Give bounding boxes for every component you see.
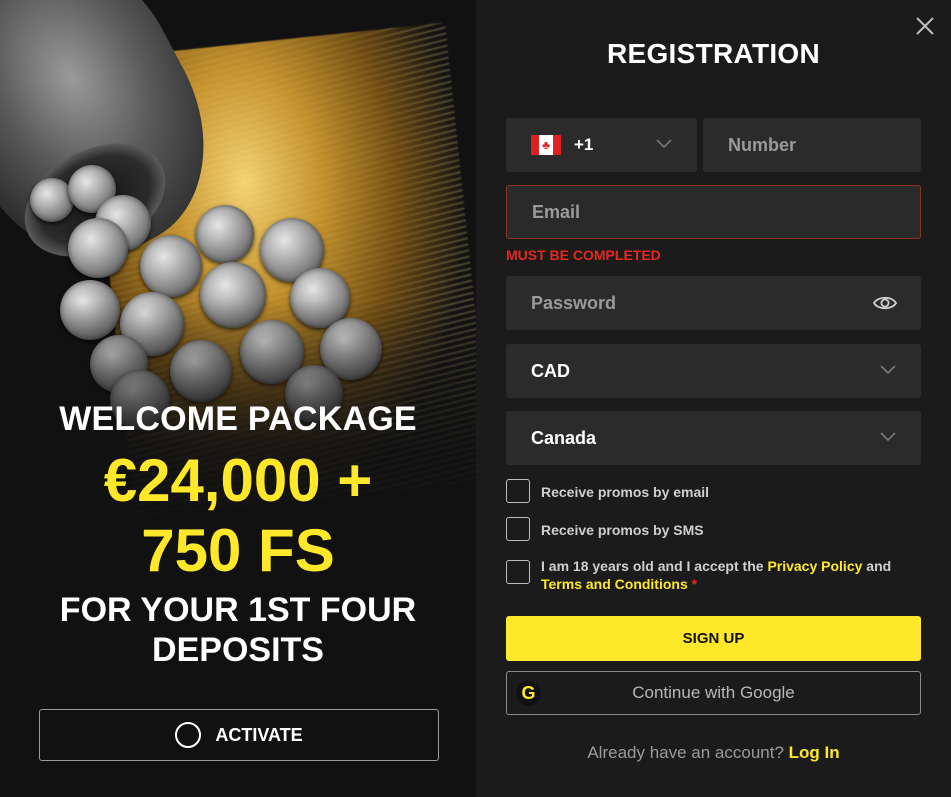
chevron-down-icon bbox=[656, 139, 672, 149]
terms-prefix: I am 18 years old and I accept the bbox=[541, 558, 768, 574]
google-label: Continue with Google bbox=[632, 683, 795, 702]
activate-label: ACTIVATE bbox=[215, 724, 303, 745]
email-input[interactable]: Email bbox=[506, 185, 921, 239]
phone-code-value: +1 bbox=[574, 135, 594, 154]
registration-form: REGISTRATION ♣ +1 Number Email MUST BE C… bbox=[476, 0, 951, 797]
promo-email-label: Receive promos by email bbox=[541, 484, 710, 500]
promo-free-spins: 750 FS bbox=[141, 517, 335, 584]
terms-and: and bbox=[862, 558, 892, 574]
eye-icon[interactable] bbox=[873, 293, 897, 313]
login-prompt-text: Already have an account? bbox=[587, 743, 789, 762]
promo-subtitle: FOR YOUR 1ST FOUR DEPOSITS bbox=[59, 591, 417, 669]
form-title: REGISTRATION bbox=[606, 38, 821, 69]
activate-button[interactable]: ACTIVATE bbox=[39, 709, 439, 761]
phone-code-select[interactable]: ♣ +1 bbox=[506, 118, 697, 172]
close-icon bbox=[916, 17, 934, 35]
phone-number-input[interactable]: Number bbox=[703, 118, 921, 172]
close-button[interactable] bbox=[913, 14, 937, 38]
country-value: Canada bbox=[531, 427, 597, 448]
login-prompt: Already have an account? Log In bbox=[476, 743, 951, 763]
google-icon: G bbox=[516, 681, 541, 706]
email-error-message: MUST BE COMPLETED bbox=[506, 247, 661, 263]
promo-title: WELCOME PACKAGE bbox=[59, 400, 417, 438]
sign-up-button[interactable]: SIGN UP bbox=[506, 616, 921, 661]
password-input[interactable]: Password bbox=[506, 276, 921, 330]
terms-label: I am 18 years old and I accept the Priva… bbox=[541, 557, 921, 593]
country-select[interactable]: Canada bbox=[506, 411, 921, 465]
currency-value: CAD bbox=[531, 360, 570, 381]
password-placeholder: Password bbox=[531, 292, 617, 313]
promo-email-checkbox[interactable] bbox=[506, 479, 530, 503]
promo-email-option: Receive promos by email bbox=[506, 479, 709, 503]
chevron-down-icon bbox=[880, 365, 896, 375]
coin bbox=[68, 218, 128, 278]
promo-sms-checkbox[interactable] bbox=[506, 517, 530, 541]
log-in-link[interactable]: Log In bbox=[789, 743, 840, 762]
terms-option: I am 18 years old and I accept the Priva… bbox=[506, 557, 921, 593]
terms-checkbox[interactable] bbox=[506, 560, 530, 584]
promo-sms-label: Receive promos by SMS bbox=[541, 522, 704, 538]
coin bbox=[196, 205, 254, 263]
promo-panel: WELCOME PACKAGE €24,000 + 750 FS FOR YOU… bbox=[0, 0, 476, 797]
canada-flag-icon: ♣ bbox=[531, 135, 561, 155]
promo-sms-option: Receive promos by SMS bbox=[506, 517, 704, 541]
chevron-down-icon bbox=[880, 432, 896, 442]
promo-amount: €24,000 + bbox=[103, 447, 373, 514]
currency-select[interactable]: CAD bbox=[506, 344, 921, 398]
radio-circle-icon bbox=[175, 722, 202, 748]
registration-modal: WELCOME PACKAGE €24,000 + 750 FS FOR YOU… bbox=[0, 0, 951, 797]
coin bbox=[140, 235, 202, 297]
privacy-policy-link[interactable]: Privacy Policy bbox=[767, 558, 862, 574]
terms-conditions-link[interactable]: Terms and Conditions bbox=[541, 576, 688, 592]
required-mark: * bbox=[691, 576, 698, 592]
google-sign-in-button[interactable]: G Continue with Google bbox=[506, 671, 921, 715]
